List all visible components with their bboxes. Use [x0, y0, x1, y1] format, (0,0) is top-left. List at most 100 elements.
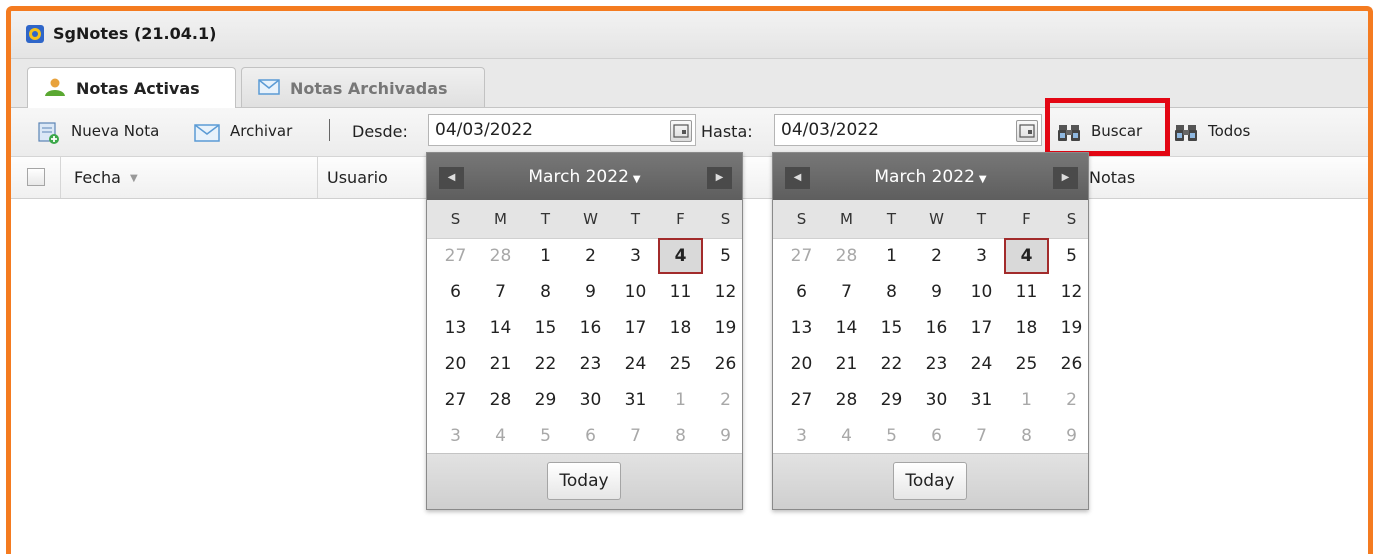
calendar-day[interactable]: 24 [959, 346, 1004, 382]
calendar-day[interactable]: 7 [959, 418, 1004, 454]
calendar-day[interactable]: 28 [824, 238, 869, 274]
calendar-day[interactable]: 28 [824, 382, 869, 418]
calendar-day[interactable]: 30 [568, 382, 613, 418]
calendar-day[interactable]: 18 [658, 310, 703, 346]
select-all-checkbox[interactable] [27, 168, 45, 186]
calendar-day[interactable]: 16 [914, 310, 959, 346]
calendar-day[interactable]: 13 [779, 310, 824, 346]
month-year-selector[interactable]: March 2022 ▼ [773, 167, 1088, 187]
tab-notas-archivadas[interactable]: Notas Archivadas [241, 67, 485, 107]
calendar-day[interactable]: 26 [1049, 346, 1094, 382]
calendar-day[interactable]: 22 [523, 346, 568, 382]
calendar-day[interactable]: 3 [959, 238, 1004, 274]
calendar-day[interactable]: 15 [523, 310, 568, 346]
calendar-day[interactable]: 18 [1004, 310, 1049, 346]
calendar-day[interactable]: 12 [1049, 274, 1094, 310]
calendar-day[interactable]: 9 [568, 274, 613, 310]
calendar-day[interactable]: 27 [433, 382, 478, 418]
calendar-day[interactable]: 2 [914, 238, 959, 274]
calendar-day[interactable]: 1 [869, 238, 914, 274]
calendar-day[interactable]: 17 [959, 310, 1004, 346]
to-date-picker-button[interactable] [1016, 120, 1038, 142]
calendar-day[interactable]: 20 [779, 346, 824, 382]
calendar-day[interactable]: 8 [658, 418, 703, 454]
all-button[interactable]: Todos [1174, 119, 1266, 145]
calendar-day[interactable]: 10 [613, 274, 658, 310]
calendar-day[interactable]: 15 [869, 310, 914, 346]
today-button[interactable]: Today [893, 462, 967, 500]
column-usuario[interactable]: Usuario [327, 168, 388, 187]
calendar-day[interactable]: 16 [568, 310, 613, 346]
calendar-day[interactable]: 28 [478, 382, 523, 418]
calendar-day[interactable]: 8 [869, 274, 914, 310]
calendar-day[interactable]: 25 [658, 346, 703, 382]
calendar-day[interactable]: 14 [824, 310, 869, 346]
calendar-day[interactable]: 2 [703, 382, 748, 418]
to-date-field[interactable] [774, 114, 1042, 146]
calendar-day[interactable]: 6 [568, 418, 613, 454]
calendar-day[interactable]: 29 [523, 382, 568, 418]
calendar-day[interactable]: 9 [703, 418, 748, 454]
from-date-field[interactable] [428, 114, 696, 146]
calendar-day[interactable]: 5 [523, 418, 568, 454]
calendar-day[interactable]: 4 [478, 418, 523, 454]
calendar-day[interactable]: 3 [613, 238, 658, 274]
calendar-day[interactable]: 5 [703, 238, 748, 274]
calendar-day[interactable]: 2 [1049, 382, 1094, 418]
calendar-day[interactable]: 23 [914, 346, 959, 382]
calendar-day[interactable]: 3 [433, 418, 478, 454]
calendar-day[interactable]: 30 [914, 382, 959, 418]
calendar-day[interactable]: 5 [1049, 238, 1094, 274]
to-date-input[interactable] [775, 115, 1041, 145]
selected-day[interactable]: 4 [658, 238, 703, 274]
month-year-selector[interactable]: March 2022 ▼ [427, 167, 742, 187]
calendar-day[interactable]: 27 [779, 238, 824, 274]
calendar-day[interactable]: 20 [433, 346, 478, 382]
calendar-day[interactable]: 19 [1049, 310, 1094, 346]
calendar-day[interactable]: 13 [433, 310, 478, 346]
calendar-day[interactable]: 31 [959, 382, 1004, 418]
calendar-day[interactable]: 3 [779, 418, 824, 454]
calendar-day[interactable]: 8 [1004, 418, 1049, 454]
calendar-day[interactable]: 5 [869, 418, 914, 454]
archive-button[interactable]: Archivar [194, 119, 306, 145]
new-note-button[interactable]: Nueva Nota [37, 119, 177, 145]
calendar-day[interactable]: 6 [779, 274, 824, 310]
calendar-day[interactable]: 1 [1004, 382, 1049, 418]
column-fecha[interactable]: Fecha ▼ [74, 168, 138, 187]
from-date-picker-button[interactable] [670, 120, 692, 142]
calendar-day[interactable]: 25 [1004, 346, 1049, 382]
calendar-day[interactable]: 21 [478, 346, 523, 382]
calendar-day[interactable]: 28 [478, 238, 523, 274]
next-month-button[interactable]: ▶ [707, 167, 732, 189]
next-month-button[interactable]: ▶ [1053, 167, 1078, 189]
column-notas[interactable]: Notas [1089, 168, 1135, 187]
calendar-day[interactable]: 7 [824, 274, 869, 310]
tab-notas-activas[interactable]: Notas Activas [27, 67, 236, 108]
calendar-day[interactable]: 2 [568, 238, 613, 274]
calendar-day[interactable]: 4 [824, 418, 869, 454]
calendar-day[interactable]: 6 [433, 274, 478, 310]
calendar-day[interactable]: 31 [613, 382, 658, 418]
calendar-day[interactable]: 23 [568, 346, 613, 382]
calendar-day[interactable]: 7 [478, 274, 523, 310]
selected-day[interactable]: 4 [1004, 238, 1049, 274]
calendar-day[interactable]: 24 [613, 346, 658, 382]
calendar-day[interactable]: 17 [613, 310, 658, 346]
calendar-day[interactable]: 19 [703, 310, 748, 346]
calendar-day[interactable]: 11 [658, 274, 703, 310]
calendar-day[interactable]: 11 [1004, 274, 1049, 310]
calendar-day[interactable]: 22 [869, 346, 914, 382]
calendar-day[interactable]: 12 [703, 274, 748, 310]
calendar-day[interactable]: 27 [433, 238, 478, 274]
calendar-day[interactable]: 7 [613, 418, 658, 454]
calendar-day[interactable]: 9 [914, 274, 959, 310]
today-button[interactable]: Today [547, 462, 621, 500]
calendar-day[interactable]: 10 [959, 274, 1004, 310]
calendar-day[interactable]: 21 [824, 346, 869, 382]
calendar-day[interactable]: 26 [703, 346, 748, 382]
calendar-day[interactable]: 27 [779, 382, 824, 418]
from-date-input[interactable] [429, 115, 695, 145]
calendar-day[interactable]: 14 [478, 310, 523, 346]
calendar-day[interactable]: 8 [523, 274, 568, 310]
